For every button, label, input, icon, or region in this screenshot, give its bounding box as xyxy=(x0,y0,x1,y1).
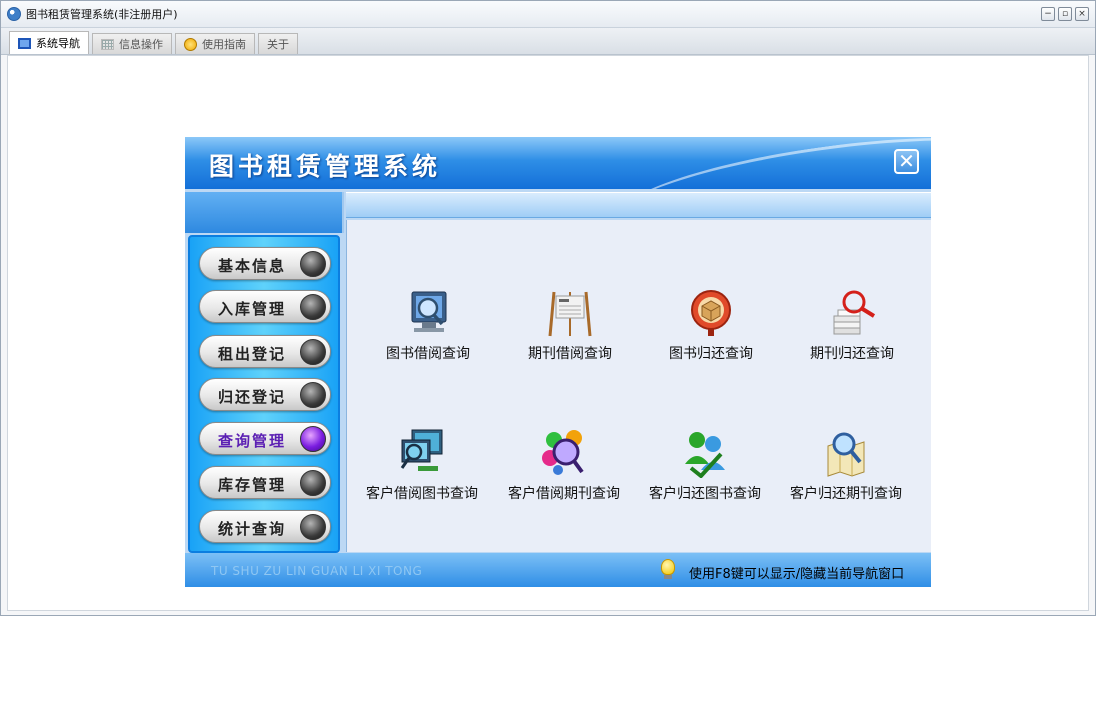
sidebar-header xyxy=(185,192,344,233)
function-label: 期刊借阅查询 xyxy=(528,346,612,362)
sidebar-item-label: 租出登记 xyxy=(218,345,287,363)
function-customer-book-borrow-query[interactable]: 客户借阅图书查询 xyxy=(357,428,487,508)
smile-icon xyxy=(184,37,197,51)
function-label: 客户借阅期刊查询 xyxy=(508,486,620,502)
box-magnifier-icon xyxy=(691,290,731,336)
status-led-icon xyxy=(300,339,326,365)
computers-icon xyxy=(400,429,443,471)
tab-label: 信息操作 xyxy=(119,38,163,51)
function-label: 客户归还图书查询 xyxy=(649,486,761,502)
tab-bar: 系统导航 信息操作 使用指南 关于 xyxy=(1,28,1095,55)
function-book-borrow-query[interactable]: 图书借阅查询 xyxy=(363,288,493,368)
sidebar-item-label: 查询管理 xyxy=(218,432,287,450)
lightbulb-base xyxy=(664,575,672,579)
status-led-icon xyxy=(300,251,326,277)
function-book-return-query[interactable]: 图书归还查询 xyxy=(646,288,776,368)
minimize-button[interactable]: − xyxy=(1041,7,1055,21)
pinyin-watermark: TU SHU ZU LIN GUAN LI XI TONG xyxy=(211,564,423,578)
tab-label: 使用指南 xyxy=(202,38,246,51)
sidebar-menu: 基本信息 入库管理 租出登记 归还登记 查询管理 库存管理 统计查询 xyxy=(188,235,340,553)
function-periodical-return-query[interactable]: 期刊归还查询 xyxy=(787,288,917,368)
sidebar-item-return[interactable]: 归还登记 xyxy=(199,378,331,411)
tab-about[interactable]: 关于 xyxy=(258,33,298,54)
function-grid: 图书借阅查询 期刊借阅查询 图书归还查询 期刊归还查询 客户借阅图书查询 客户借… xyxy=(346,220,931,552)
function-label: 图书借阅查询 xyxy=(386,346,470,362)
panel-header: 图书租赁管理系统 xyxy=(185,137,931,189)
sidebar-item-basic-info[interactable]: 基本信息 xyxy=(199,247,331,280)
lightbulb-icon xyxy=(661,559,675,575)
function-label: 客户归还期刊查询 xyxy=(790,486,902,502)
content-header-strip xyxy=(346,192,931,218)
grid-icon xyxy=(101,38,114,50)
tab-user-guide[interactable]: 使用指南 xyxy=(175,33,255,54)
function-customer-book-return-query[interactable]: 客户归还图书查询 xyxy=(640,428,770,508)
newspaper-stand-icon xyxy=(548,291,592,337)
users-icon xyxy=(685,432,725,478)
colorful-magnifier-icon xyxy=(542,430,584,475)
sidebar-item-stock-in[interactable]: 入库管理 xyxy=(199,290,331,323)
restore-button[interactable]: ▫ xyxy=(1058,7,1072,21)
sidebar-item-rent-out[interactable]: 租出登记 xyxy=(199,335,331,368)
f8-hint-text: 使用F8键可以显示/隐藏当前导航窗口 xyxy=(689,567,905,582)
status-led-icon xyxy=(300,470,326,496)
function-label: 期刊归还查询 xyxy=(810,346,894,362)
map-magnifier-icon xyxy=(827,432,865,477)
monitor-magnifier-icon xyxy=(411,291,447,332)
papers-magnifier-icon xyxy=(833,290,876,335)
app-logo-icon xyxy=(7,7,21,21)
status-led-icon xyxy=(300,382,326,408)
tab-label: 关于 xyxy=(267,38,289,51)
sidebar-item-query[interactable]: 查询管理 xyxy=(199,422,331,455)
window-controls: − ▫ × xyxy=(1041,7,1089,21)
status-led-icon xyxy=(300,514,326,540)
close-window-button[interactable]: × xyxy=(1075,7,1089,21)
window-title: 图书租赁管理系统(非注册用户) xyxy=(26,8,178,21)
sidebar-item-inventory[interactable]: 库存管理 xyxy=(199,466,331,499)
tab-label: 系统导航 xyxy=(36,37,80,50)
function-customer-periodical-return-query[interactable]: 客户归还期刊查询 xyxy=(781,428,911,508)
sidebar-item-label: 基本信息 xyxy=(218,257,287,275)
navigation-panel: 图书租赁管理系统 ✕ 基本信息 入库管理 租出登记 归还登记 查询管理 库存管理 xyxy=(185,137,931,587)
function-label: 图书归还查询 xyxy=(669,346,753,362)
status-led-icon xyxy=(300,426,326,452)
sidebar-item-label: 归还登记 xyxy=(218,388,287,406)
status-bar: TU SHU ZU LIN GUAN LI XI TONG 使用F8键可以显示/… xyxy=(185,553,931,587)
tab-info-operation[interactable]: 信息操作 xyxy=(92,33,172,54)
sidebar-item-statistics[interactable]: 统计查询 xyxy=(199,510,331,543)
function-periodical-borrow-query[interactable]: 期刊借阅查询 xyxy=(505,288,635,368)
tab-system-navigation[interactable]: 系统导航 xyxy=(9,31,89,54)
sidebar-item-label: 统计查询 xyxy=(218,520,287,538)
sidebar-item-label: 库存管理 xyxy=(218,476,287,494)
sidebar-item-label: 入库管理 xyxy=(218,300,287,318)
function-customer-periodical-borrow-query[interactable]: 客户借阅期刊查询 xyxy=(499,428,629,508)
monitor-icon xyxy=(18,37,31,49)
panel-close-button[interactable]: ✕ xyxy=(894,149,919,174)
title-bar: 图书租赁管理系统(非注册用户) − ▫ × xyxy=(1,1,1095,28)
system-title: 图书租赁管理系统 xyxy=(209,152,442,181)
function-label: 客户借阅图书查询 xyxy=(366,486,478,502)
status-led-icon xyxy=(300,294,326,320)
